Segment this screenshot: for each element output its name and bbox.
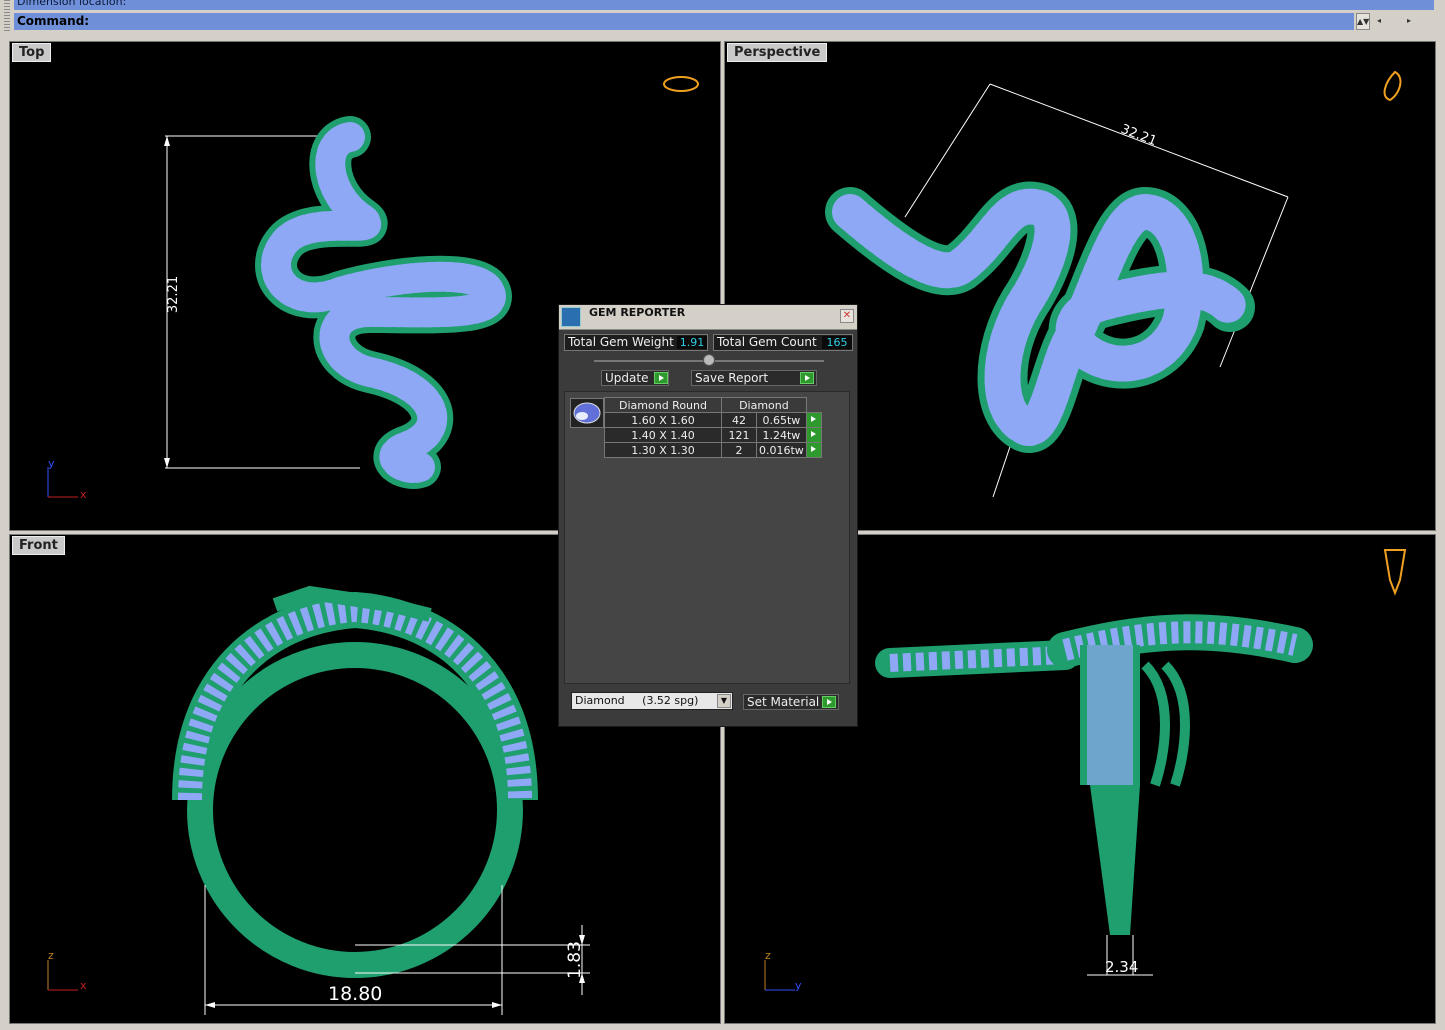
set-material-label: Set Material	[747, 695, 820, 709]
material-select-value: Diamond (3.52 spg)	[575, 694, 699, 707]
set-material-button[interactable]: Set Material	[743, 694, 839, 710]
save-report-label: Save Report	[695, 371, 769, 385]
orientation-gizmo-icon	[1383, 70, 1402, 102]
material-select[interactable]: Diamond (3.52 spg) ▼	[571, 692, 733, 710]
header-material: Diamond	[721, 397, 807, 413]
table-row[interactable]: 1.40 X 1.40 121 1.24tw	[604, 427, 822, 443]
ring-shank-front	[187, 642, 523, 978]
table-row[interactable]: 1.60 X 1.60 42 0.65tw	[604, 412, 822, 428]
save-report-button[interactable]: Save Report	[691, 370, 817, 386]
dialog-title-bar[interactable]: GEM REPORTER ✕	[559, 305, 857, 330]
close-icon[interactable]: ✕	[840, 309, 854, 323]
command-next-icon[interactable]: ▸	[1402, 13, 1416, 30]
axis-x-label: x	[80, 488, 87, 501]
play-icon	[822, 696, 836, 708]
gem-list-panel: Diamond Round Diamond 1.60 X 1.60 42 0.6…	[564, 391, 850, 684]
toolbar-grip[interactable]	[4, 0, 10, 32]
gem-reporter-logo-icon	[561, 307, 581, 327]
update-label: Update	[605, 371, 649, 385]
dialog-title: GEM REPORTER	[589, 306, 686, 319]
command-input[interactable]: Command:	[14, 13, 1354, 30]
axis-z-label: z	[765, 949, 771, 962]
update-button[interactable]: Update	[601, 370, 669, 386]
play-icon	[800, 372, 814, 384]
gem-table: Diamond Round Diamond 1.60 X 1.60 42 0.6…	[604, 397, 822, 458]
axis-x-label: x	[80, 979, 87, 992]
slider-handle[interactable]	[703, 354, 715, 366]
total-weight-value: 1.91	[677, 336, 707, 349]
total-count-value: 165	[822, 336, 852, 349]
orientation-gizmo-icon	[663, 76, 699, 92]
axis-y-label: y	[795, 979, 802, 992]
total-weight-box: Total Gem Weight 1.91	[564, 334, 708, 351]
dimension-label-right: 2.34	[1105, 958, 1139, 976]
row-play-icon[interactable]	[805, 427, 822, 443]
total-weight-label: Total Gem Weight	[568, 335, 674, 349]
axis-z-label: z	[48, 949, 54, 962]
command-area: Dimension location: Command: ▲▼ ◂ ▸	[0, 0, 1445, 34]
dimension-label-top: 32.21	[166, 275, 182, 314]
axis-y-label: y	[48, 457, 55, 470]
dimension-label-width: 18.80	[328, 983, 383, 1005]
row-play-icon[interactable]	[805, 412, 822, 428]
dimension-label-thickness: 1.83	[564, 941, 585, 979]
table-row[interactable]: 1.30 X 1.30 2 0.016tw	[604, 442, 822, 458]
command-scroll-icon[interactable]: ▲▼	[1356, 13, 1370, 30]
row-play-icon[interactable]	[805, 442, 822, 458]
header-cut: Diamond Round	[604, 397, 722, 413]
chevron-down-icon[interactable]: ▼	[717, 694, 731, 708]
total-count-box: Total Gem Count 165	[713, 334, 853, 351]
command-history-line: Dimension location:	[14, 0, 1434, 10]
diamond-round-icon	[570, 398, 604, 428]
orientation-gizmo-icon	[1383, 549, 1407, 596]
gem-reporter-dialog: GEM REPORTER ✕ Total Gem Weight 1.91 Tot…	[558, 304, 858, 727]
play-icon	[654, 372, 668, 384]
command-prev-icon[interactable]: ◂	[1372, 13, 1386, 30]
total-count-label: Total Gem Count	[717, 335, 817, 349]
